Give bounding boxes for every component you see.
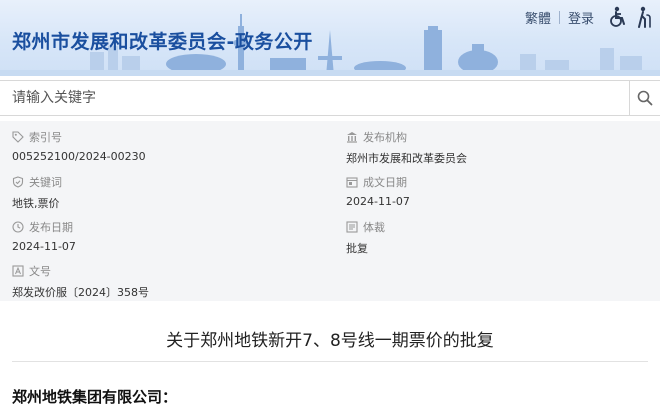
meta-value-text: 2024-11-07 [346, 195, 410, 208]
meta-value-text: 2024-11-07 [12, 240, 76, 253]
meta-publisher: 发布机构 郑州市发展和改革委员会 [346, 130, 467, 166]
meta-label-text: 发布日期 [29, 221, 73, 234]
login-link[interactable]: 登录 [560, 8, 602, 27]
clock-icon [12, 221, 24, 233]
meta-value-text: 郑发改价服〔2024〕358号 [12, 286, 149, 299]
document-meta-panel: 索引号 005252100/2024-00230 发布机构 郑州市发展和改革委员… [0, 121, 660, 301]
meta-label-text: 关键词 [29, 176, 62, 189]
calendar-icon [346, 177, 358, 188]
meta-doc-no: 文号 郑发改价服〔2024〕358号 [12, 264, 149, 300]
search-input[interactable] [0, 81, 626, 115]
header-links: 繁體 登录 [517, 6, 654, 28]
meta-value-text: 地铁,票价 [12, 197, 60, 210]
meta-value-text: 批复 [346, 242, 368, 255]
meta-label-text: 体裁 [363, 221, 385, 234]
traditional-chinese-link[interactable]: 繁體 [517, 8, 559, 27]
shield-check-icon [12, 176, 24, 188]
search-bar [0, 80, 660, 116]
header-banner: 郑州市发展和改革委员会-政务公开 繁體 登录 [0, 0, 660, 76]
document-title: 关于郑州地铁新开7、8号线一期票价的批复 [166, 331, 494, 351]
document-recipient: 郑州地铁集团有限公司： [12, 388, 178, 406]
meta-keywords: 关键词 地铁,票价 [12, 175, 62, 211]
title-divider [12, 361, 648, 362]
search-button[interactable] [629, 81, 660, 115]
meta-label-text: 发布机构 [363, 131, 407, 144]
meta-index-no: 索引号 005252100/2024-00230 [12, 130, 146, 163]
meta-label-text: 成文日期 [363, 176, 407, 189]
meta-value-text: 005252100/2024-00230 [12, 150, 146, 163]
search-icon [637, 90, 653, 106]
tag-icon [12, 131, 24, 143]
meta-written-date: 成文日期 2024-11-07 [346, 175, 410, 208]
elderly-icon[interactable] [634, 6, 654, 28]
site-title[interactable]: 郑州市发展和改革委员会-政务公开 [12, 27, 313, 54]
meta-publish-date: 发布日期 2024-11-07 [12, 220, 76, 253]
document-list-icon [346, 221, 358, 233]
meta-value-text: 郑州市发展和改革委员会 [346, 152, 467, 165]
institution-icon [347, 132, 357, 143]
text-document-icon [12, 265, 24, 277]
meta-genre: 体裁 批复 [346, 220, 385, 256]
wheelchair-icon[interactable] [608, 6, 628, 28]
meta-label-text: 文号 [29, 265, 51, 278]
meta-label-text: 索引号 [29, 131, 62, 144]
